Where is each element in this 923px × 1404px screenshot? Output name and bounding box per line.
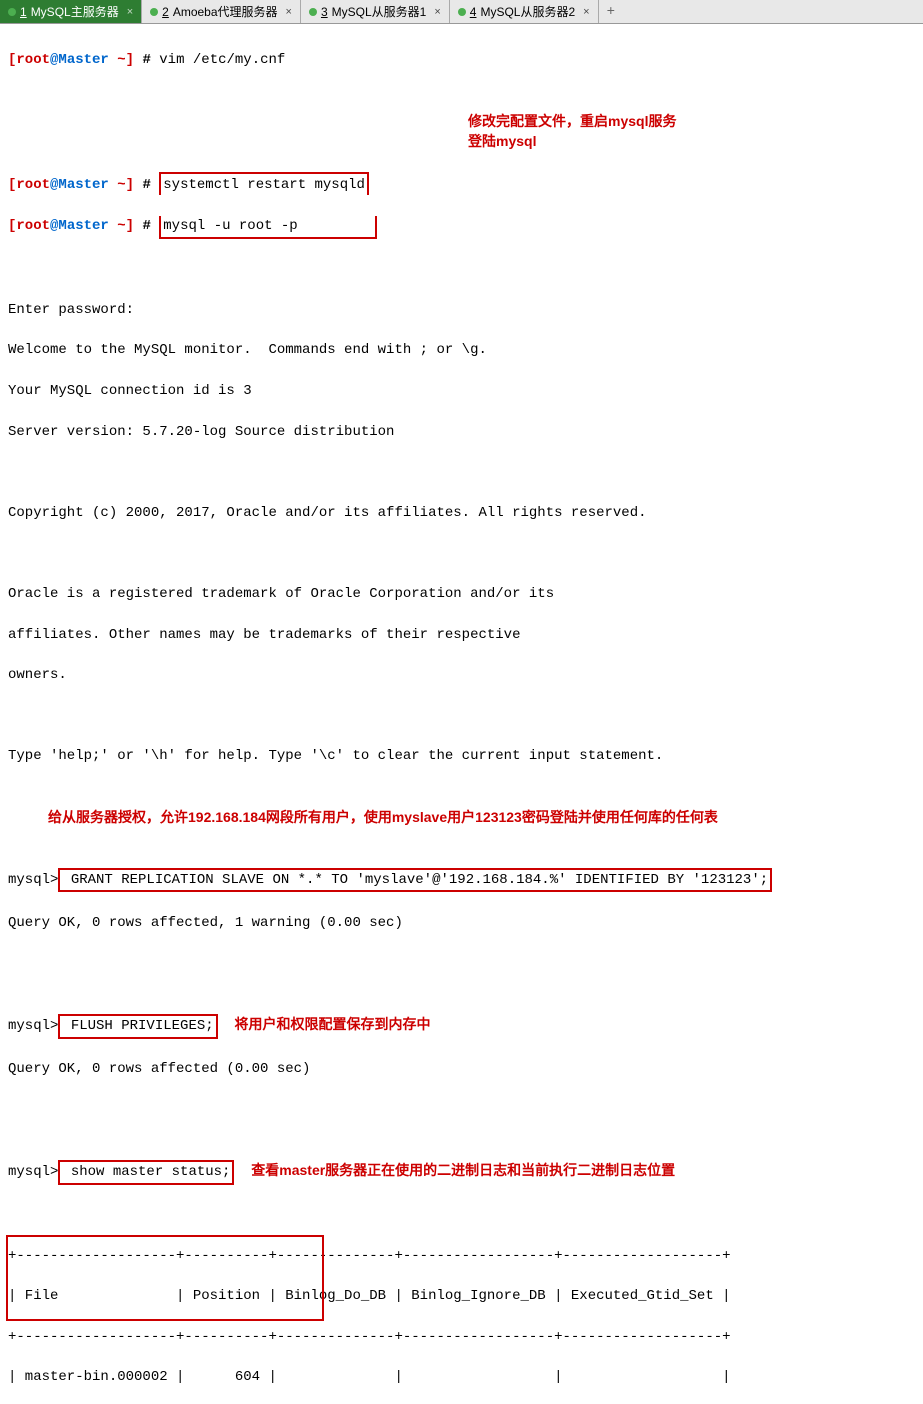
status-dot-icon bbox=[458, 8, 466, 16]
highlight-box: systemctl restart mysqld bbox=[159, 172, 369, 195]
command-vim: vim /etc/my.cnf bbox=[159, 52, 285, 68]
output-line: Server version: 5.7.20-log Source distri… bbox=[8, 422, 915, 442]
shell-line-1: [root@Master ~] # vim /etc/my.cnf bbox=[8, 50, 915, 70]
table-separator: +-------------------+----------+--------… bbox=[8, 1246, 915, 1266]
output-line: Your MySQL connection id is 3 bbox=[8, 381, 915, 401]
output-line: Enter password: bbox=[8, 300, 915, 320]
output-line bbox=[8, 1099, 915, 1119]
output-line: Type 'help;' or '\h' for help. Type '\c'… bbox=[8, 746, 915, 766]
output-line: Copyright (c) 2000, 2017, Oracle and/or … bbox=[8, 503, 915, 523]
sql-show-status: show master status; bbox=[62, 1164, 230, 1180]
highlight-box: show master status; bbox=[58, 1160, 234, 1184]
status-dot-icon bbox=[8, 8, 16, 16]
highlight-box: FLUSH PRIVILEGES; bbox=[58, 1014, 217, 1038]
shell-line-2: [root@Master ~] # systemctl restart mysq… bbox=[8, 172, 915, 195]
table-header: | File | Position | Binlog_Do_DB | Binlo… bbox=[8, 1286, 915, 1306]
tab-bar: 1 MySQL主服务器 × 2 Amoeba代理服务器 × 3 MySQL从服务… bbox=[0, 0, 923, 24]
annotation-flush: 将用户和权限配置保存到内存中 bbox=[234, 1016, 430, 1032]
sql-line-grant: mysql> GRANT REPLICATION SLAVE ON *.* TO… bbox=[8, 868, 915, 892]
annotation-restart: 修改完配置文件，重启mysql服务 bbox=[468, 111, 676, 131]
tab-label: MySQL主服务器 bbox=[31, 3, 119, 20]
tab-index: 3 bbox=[321, 5, 328, 19]
annotation-login: 登陆mysql bbox=[468, 131, 536, 151]
sql-flush: FLUSH PRIVILEGES; bbox=[62, 1018, 213, 1034]
add-tab-button[interactable]: + bbox=[599, 1, 623, 23]
tab-label: MySQL从服务器2 bbox=[480, 3, 575, 20]
close-icon[interactable]: × bbox=[127, 6, 133, 18]
output-line: Oracle is a registered trademark of Orac… bbox=[8, 584, 915, 604]
highlight-box: GRANT REPLICATION SLAVE ON *.* TO 'mysla… bbox=[58, 868, 772, 892]
tab-amoeba[interactable]: 2 Amoeba代理服务器 × bbox=[142, 0, 301, 23]
annotation-status: 查看master服务器正在使用的二进制日志和当前执行二进制日志位置 bbox=[251, 1162, 675, 1178]
tab-index: 1 bbox=[20, 5, 27, 19]
tab-index: 2 bbox=[162, 5, 169, 19]
output-line: Query OK, 0 rows affected (0.00 sec) bbox=[8, 1059, 915, 1079]
output-line: Query OK, 0 rows affected, 1 warning (0.… bbox=[8, 913, 915, 933]
command-mysql: mysql -u root -p bbox=[163, 218, 297, 234]
annotation-grant: 给从服务器授权，允许192.168.184网段所有用户，使用myslave用户1… bbox=[8, 807, 915, 827]
output-line bbox=[8, 706, 915, 726]
sql-grant: GRANT REPLICATION SLAVE ON *.* TO 'mysla… bbox=[62, 872, 768, 888]
sql-line-flush: mysql> FLUSH PRIVILEGES; 将用户和权限配置保存到内存中 bbox=[8, 1014, 915, 1038]
tab-mysql-slave2[interactable]: 4 MySQL从服务器2 × bbox=[450, 0, 599, 23]
table-row: | master-bin.000002 | 604 | | | | bbox=[8, 1367, 915, 1387]
tab-mysql-master[interactable]: 1 MySQL主服务器 × bbox=[0, 0, 142, 23]
tab-label: Amoeba代理服务器 bbox=[173, 3, 278, 20]
close-icon[interactable]: × bbox=[434, 6, 440, 18]
status-dot-icon bbox=[309, 8, 317, 16]
terminal-output[interactable]: [root@Master ~] # vim /etc/my.cnf 修改完配置文… bbox=[0, 24, 923, 1404]
output-line bbox=[8, 953, 915, 973]
output-line: owners. bbox=[8, 665, 915, 685]
output-line: Welcome to the MySQL monitor. Commands e… bbox=[8, 340, 915, 360]
close-icon[interactable]: × bbox=[583, 6, 589, 18]
tab-index: 4 bbox=[470, 5, 477, 19]
sql-line-status: mysql> show master status; 查看master服务器正在… bbox=[8, 1160, 915, 1184]
highlight-box: mysql -u root -p bbox=[159, 216, 377, 239]
shell-line-3: [root@Master ~] # mysql -u root -p bbox=[8, 216, 915, 239]
close-icon[interactable]: × bbox=[286, 6, 292, 18]
output-line bbox=[8, 462, 915, 482]
output-line bbox=[8, 543, 915, 563]
table-separator: +-------------------+----------+--------… bbox=[8, 1327, 915, 1347]
output-line: affiliates. Other names may be trademark… bbox=[8, 625, 915, 645]
tab-label: MySQL从服务器1 bbox=[332, 3, 427, 20]
command-restart: systemctl restart mysqld bbox=[163, 177, 365, 193]
status-dot-icon bbox=[150, 8, 158, 16]
tab-mysql-slave1[interactable]: 3 MySQL从服务器1 × bbox=[301, 0, 450, 23]
